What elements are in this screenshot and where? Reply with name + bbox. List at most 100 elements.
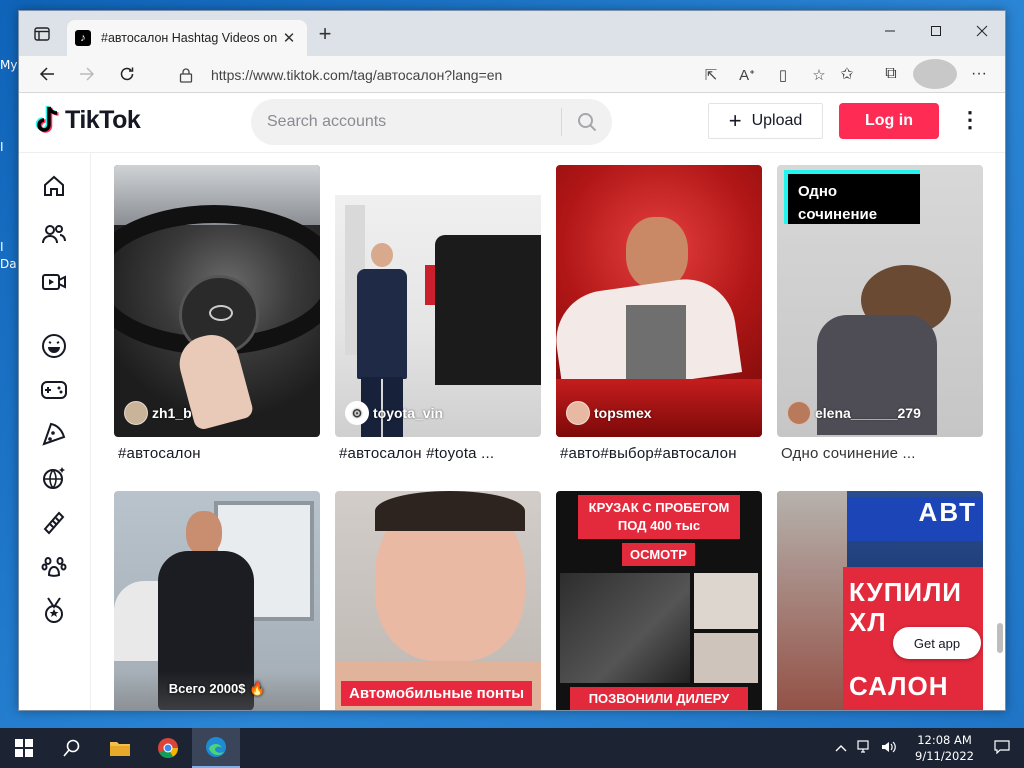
system-tray: 12:08 AM 9/11/2022 <box>829 728 1024 768</box>
desktop-label-fragment: My <box>0 58 18 72</box>
author-avatar <box>124 401 148 425</box>
video-overlay-text-3: ПОЗВОНИЛИ ДИЛЕРУ <box>570 687 748 710</box>
video-overlay-text: Автомобильные понты <box>341 681 533 706</box>
clock-time: 12:08 AM <box>917 733 972 747</box>
video-caption[interactable]: #авто#выбор#автосалон <box>556 445 762 462</box>
tiktok-logo[interactable]: TikTok <box>35 105 141 135</box>
author-avatar: ⊙ <box>345 401 369 425</box>
tiktok-logo-icon <box>35 105 61 135</box>
comedy-icon[interactable] <box>39 331 69 361</box>
open-in-app-icon[interactable]: ⇱ <box>693 66 729 84</box>
tiktok-wordmark: TikTok <box>65 105 141 134</box>
video-card[interactable]: Одно сочинение elena______279 Одно сочин… <box>777 165 983 462</box>
file-explorer-icon[interactable] <box>96 728 144 768</box>
video-overlay-text: Всего 2000$ 🔥 <box>168 681 266 696</box>
start-button[interactable] <box>0 728 48 768</box>
video-caption[interactable]: Одно сочинение ... <box>777 445 983 462</box>
notifications-icon[interactable] <box>994 739 1010 757</box>
video-card[interactable]: Автомобильные понты <box>335 491 541 710</box>
desktop-label-fragment: I <box>0 240 4 254</box>
chevron-up-icon[interactable] <box>835 741 847 755</box>
beauty-icon[interactable] <box>39 507 69 537</box>
back-arrow-icon[interactable] <box>27 59 67 89</box>
video-author[interactable]: elena______279 <box>787 401 921 425</box>
edge-icon[interactable] <box>192 728 240 768</box>
author-name: zh1_b <box>152 405 192 421</box>
video-author[interactable]: ⊙ toyota_vin <box>345 401 443 425</box>
search-icon[interactable] <box>562 112 612 132</box>
video-thumbnail[interactable]: АВТ КУПИЛИ ХЛ САЛОН Get app <box>777 491 983 710</box>
search-input[interactable]: Search accounts <box>251 113 561 131</box>
live-icon[interactable] <box>39 267 69 297</box>
video-card[interactable]: ⊙ toyota_vin #автосалон #toyota ... <box>335 165 541 462</box>
favorites-icon[interactable]: ✩ <box>825 59 869 89</box>
refresh-icon[interactable] <box>107 59 147 89</box>
video-thumbnail[interactable]: ⊙ toyota_vin <box>335 165 541 437</box>
desktop-label-fragment: I <box>0 140 4 154</box>
video-thumbnail[interactable]: КРУЗАК С ПРОБЕГОМ ПОД 400 тыс ОСМОТР ПОЗ… <box>556 491 762 710</box>
video-thumbnail[interactable]: zh1_b <box>114 165 320 437</box>
browser-tab-active[interactable]: ♪ #автосалон Hashtag Videos on T ✕ <box>67 20 307 56</box>
profile-icon[interactable] <box>913 59 957 89</box>
video-thumbnail[interactable]: Всего 2000$ 🔥 <box>114 491 320 710</box>
author-name: elena______279 <box>815 405 921 421</box>
volume-icon[interactable] <box>881 740 897 757</box>
tiktok-header: TikTok Search accounts + Upload Log in ⋮ <box>19 93 1005 153</box>
animals-icon[interactable] <box>39 551 69 581</box>
upload-button[interactable]: + Upload <box>708 103 823 139</box>
video-card[interactable]: topsmex #авто#выбор#автосалон <box>556 165 762 462</box>
sports-icon[interactable] <box>39 595 69 625</box>
url-actions: ⇱ Aᐩ ▯ ☆ <box>693 60 837 90</box>
video-card[interactable]: АВТ КУПИЛИ ХЛ САЛОН Get app <box>777 491 983 710</box>
settings-more-icon[interactable]: ··· <box>957 59 1001 89</box>
plus-icon: + <box>728 108 742 133</box>
new-tab-button[interactable]: + <box>313 23 337 45</box>
more-options-icon[interactable]: ⋮ <box>959 107 981 133</box>
search-bar[interactable]: Search accounts <box>251 99 612 145</box>
chrome-icon[interactable] <box>144 728 192 768</box>
network-icon[interactable] <box>857 739 873 757</box>
video-author[interactable]: zh1_b <box>124 401 192 425</box>
login-button[interactable]: Log in <box>839 103 939 139</box>
upload-label: Upload <box>751 112 803 129</box>
video-overlay-text-2: ОСМОТР <box>622 543 695 566</box>
video-card[interactable]: КРУЗАК С ПРОБЕГОМ ПОД 400 тыс ОСМОТР ПОЗ… <box>556 491 762 710</box>
close-window-icon[interactable] <box>959 11 1005 51</box>
tiktok-favicon-icon: ♪ <box>75 30 91 46</box>
browser-window: ♪ #автосалон Hashtag Videos on T ✕ + htt… <box>18 10 1006 711</box>
video-card[interactable]: Всего 2000$ 🔥 <box>114 491 320 710</box>
video-thumbnail[interactable]: Автомобильные понты <box>335 491 541 710</box>
collections-icon[interactable]: ⧉ <box>869 59 913 89</box>
maximize-icon[interactable] <box>913 11 959 51</box>
author-name: topsmex <box>594 405 652 421</box>
author-avatar <box>787 401 811 425</box>
page-scrollbar[interactable] <box>997 623 1003 653</box>
url-field[interactable]: https://www.tiktok.com/tag/автосалон?lan… <box>165 60 837 90</box>
tab-actions-icon[interactable] <box>31 23 53 45</box>
video-caption[interactable]: #автосалон <box>114 445 320 462</box>
clock[interactable]: 12:08 AM 9/11/2022 <box>915 732 974 764</box>
close-tab-icon[interactable]: ✕ <box>279 29 299 47</box>
video-thumbnail[interactable]: Одно сочинение elena______279 <box>777 165 983 437</box>
video-overlay-text-2: САЛОН <box>849 671 949 701</box>
video-overlay-text: Одно сочинение <box>784 170 920 224</box>
video-thumbnail[interactable]: topsmex <box>556 165 762 437</box>
food-icon[interactable] <box>39 419 69 449</box>
video-sign-text: АВТ <box>847 497 983 541</box>
gaming-icon[interactable] <box>39 375 69 405</box>
lock-icon[interactable] <box>179 67 195 83</box>
search-taskbar-icon[interactable] <box>48 728 96 768</box>
read-aloud-icon[interactable]: Aᐩ <box>729 66 765 84</box>
video-author[interactable]: topsmex <box>566 401 652 425</box>
video-caption[interactable]: #автосалон #toyota ... <box>335 445 541 462</box>
get-app-button[interactable]: Get app <box>893 627 981 659</box>
forward-arrow-icon[interactable] <box>67 59 107 89</box>
url-text: https://www.tiktok.com/tag/автосалон?lan… <box>211 67 503 83</box>
minimize-icon[interactable] <box>867 11 913 51</box>
home-icon[interactable] <box>39 171 69 201</box>
travel-icon[interactable] <box>39 463 69 493</box>
windows-taskbar: 12:08 AM 9/11/2022 <box>0 728 1024 768</box>
following-icon[interactable] <box>39 219 69 249</box>
video-card[interactable]: zh1_b #автосалон <box>114 165 320 462</box>
immersive-reader-icon[interactable]: ▯ <box>765 66 801 84</box>
